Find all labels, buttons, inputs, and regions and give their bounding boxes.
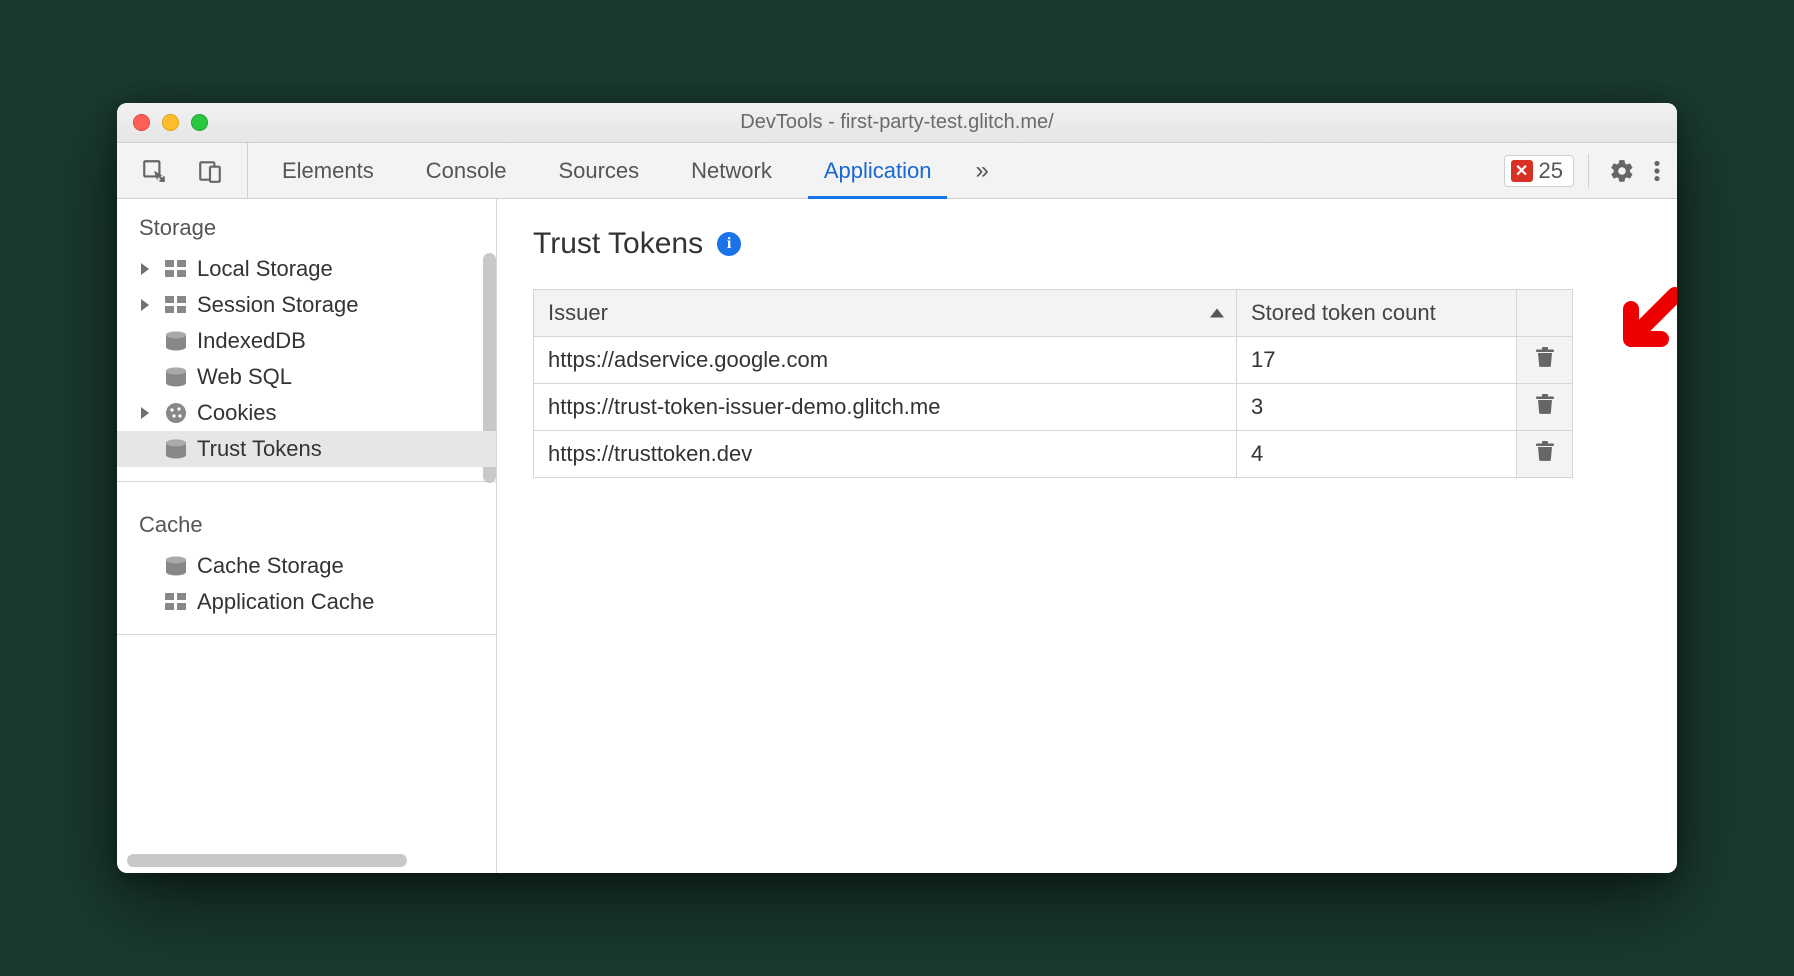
maximize-window-button[interactable] — [191, 114, 208, 131]
tab-label: Application — [824, 158, 932, 184]
tab-label: Elements — [282, 158, 374, 184]
chevron-right-icon — [141, 299, 149, 311]
error-icon: ✕ — [1511, 160, 1533, 182]
info-icon[interactable]: i — [717, 232, 741, 256]
close-window-button[interactable] — [133, 114, 150, 131]
cookie-icon — [165, 402, 187, 424]
sidebar-item-label: Cookies — [197, 400, 276, 426]
database-icon — [165, 439, 187, 459]
column-label: Issuer — [548, 300, 608, 325]
trust-tokens-table: Issuer Stored token count https://adserv… — [533, 289, 1573, 478]
sidebar-item-indexeddb[interactable]: IndexedDB — [117, 323, 496, 359]
cell-issuer: https://trust-token-issuer-demo.glitch.m… — [534, 384, 1237, 431]
sidebar-item-trust-tokens[interactable]: Trust Tokens — [117, 431, 496, 467]
sidebar-horizontal-scrollbar[interactable] — [127, 854, 407, 867]
table-row[interactable]: https://trusttoken.dev 4 — [534, 431, 1573, 478]
content: Storage Local Storage Session Storage In… — [117, 199, 1677, 873]
delete-button[interactable] — [1536, 394, 1554, 414]
tabs: Elements Console Sources Network Applica… — [248, 143, 1504, 198]
sidebar-item-label: Trust Tokens — [197, 436, 322, 462]
sidebar-item-cookies[interactable]: Cookies — [117, 395, 496, 431]
titlebar: DevTools - first-party-test.glitch.me/ — [117, 103, 1677, 143]
trust-tokens-panel: Trust Tokens i Issuer Stored token count… — [497, 199, 1677, 873]
error-count-badge[interactable]: ✕ 25 — [1504, 155, 1574, 187]
table-row[interactable]: https://trust-token-issuer-demo.glitch.m… — [534, 384, 1573, 431]
delete-button[interactable] — [1536, 441, 1554, 461]
sidebar-item-session-storage[interactable]: Session Storage — [117, 287, 496, 323]
panel-heading: Trust Tokens i — [533, 227, 1641, 261]
settings-button[interactable] — [1603, 152, 1641, 190]
cell-count: 3 — [1237, 384, 1517, 431]
grid-icon — [165, 296, 187, 314]
panel-title-text: Trust Tokens — [533, 227, 703, 261]
sidebar-item-label: Local Storage — [197, 256, 333, 282]
trash-icon — [1536, 394, 1554, 414]
chevrons-right-icon: » — [975, 157, 988, 185]
kebab-icon — [1653, 158, 1661, 184]
tab-network[interactable]: Network — [665, 143, 798, 198]
sidebar-item-label: Cache Storage — [197, 553, 344, 579]
divider — [117, 634, 496, 635]
sidebar-item-label: Session Storage — [197, 292, 358, 318]
chevron-right-icon — [141, 407, 149, 419]
window-title: DevTools - first-party-test.glitch.me/ — [740, 111, 1053, 134]
sidebar-section-cache: Cache — [117, 496, 496, 548]
sidebar-item-label: Web SQL — [197, 364, 292, 390]
tabs-overflow-button[interactable]: » — [957, 143, 1006, 198]
cell-count: 4 — [1237, 431, 1517, 478]
tab-console[interactable]: Console — [400, 143, 533, 198]
annotation-arrow-icon — [1605, 285, 1677, 365]
column-header-actions — [1517, 290, 1573, 337]
minimize-window-button[interactable] — [162, 114, 179, 131]
inspect-element-icon[interactable] — [135, 152, 173, 190]
divider — [117, 481, 496, 482]
tab-application[interactable]: Application — [798, 143, 958, 198]
cell-issuer: https://trusttoken.dev — [534, 431, 1237, 478]
trash-icon — [1536, 441, 1554, 461]
error-count: 25 — [1539, 158, 1563, 184]
chevron-right-icon — [141, 263, 149, 275]
tab-elements[interactable]: Elements — [256, 143, 400, 198]
delete-button[interactable] — [1536, 347, 1554, 367]
grid-icon — [165, 593, 187, 611]
sidebar-section-storage: Storage — [117, 199, 496, 251]
sidebar-item-label: Application Cache — [197, 589, 374, 615]
database-icon — [165, 556, 187, 576]
sidebar-item-application-cache[interactable]: Application Cache — [117, 584, 496, 620]
tab-label: Network — [691, 158, 772, 184]
column-label: Stored token count — [1251, 300, 1436, 325]
sidebar-item-web-sql[interactable]: Web SQL — [117, 359, 496, 395]
column-header-issuer[interactable]: Issuer — [534, 290, 1237, 337]
window-controls — [117, 103, 208, 142]
tab-sources[interactable]: Sources — [532, 143, 665, 198]
database-icon — [165, 367, 187, 387]
sidebar-item-label: IndexedDB — [197, 328, 306, 354]
grid-icon — [165, 260, 187, 278]
devtools-window: DevTools - first-party-test.glitch.me/ E… — [117, 103, 1677, 873]
sidebar-item-local-storage[interactable]: Local Storage — [117, 251, 496, 287]
tab-label: Sources — [558, 158, 639, 184]
tab-label: Console — [426, 158, 507, 184]
sidebar-item-cache-storage[interactable]: Cache Storage — [117, 548, 496, 584]
device-toggle-icon[interactable] — [191, 152, 229, 190]
cell-issuer: https://adservice.google.com — [534, 337, 1237, 384]
gear-icon — [1609, 158, 1635, 184]
cell-count: 17 — [1237, 337, 1517, 384]
column-header-count[interactable]: Stored token count — [1237, 290, 1517, 337]
divider — [1588, 154, 1589, 188]
trash-icon — [1536, 347, 1554, 367]
devtools-tabbar: Elements Console Sources Network Applica… — [117, 143, 1677, 199]
table-row[interactable]: https://adservice.google.com 17 — [534, 337, 1573, 384]
application-sidebar: Storage Local Storage Session Storage In… — [117, 199, 497, 873]
database-icon — [165, 331, 187, 351]
more-menu-button[interactable] — [1647, 152, 1667, 190]
